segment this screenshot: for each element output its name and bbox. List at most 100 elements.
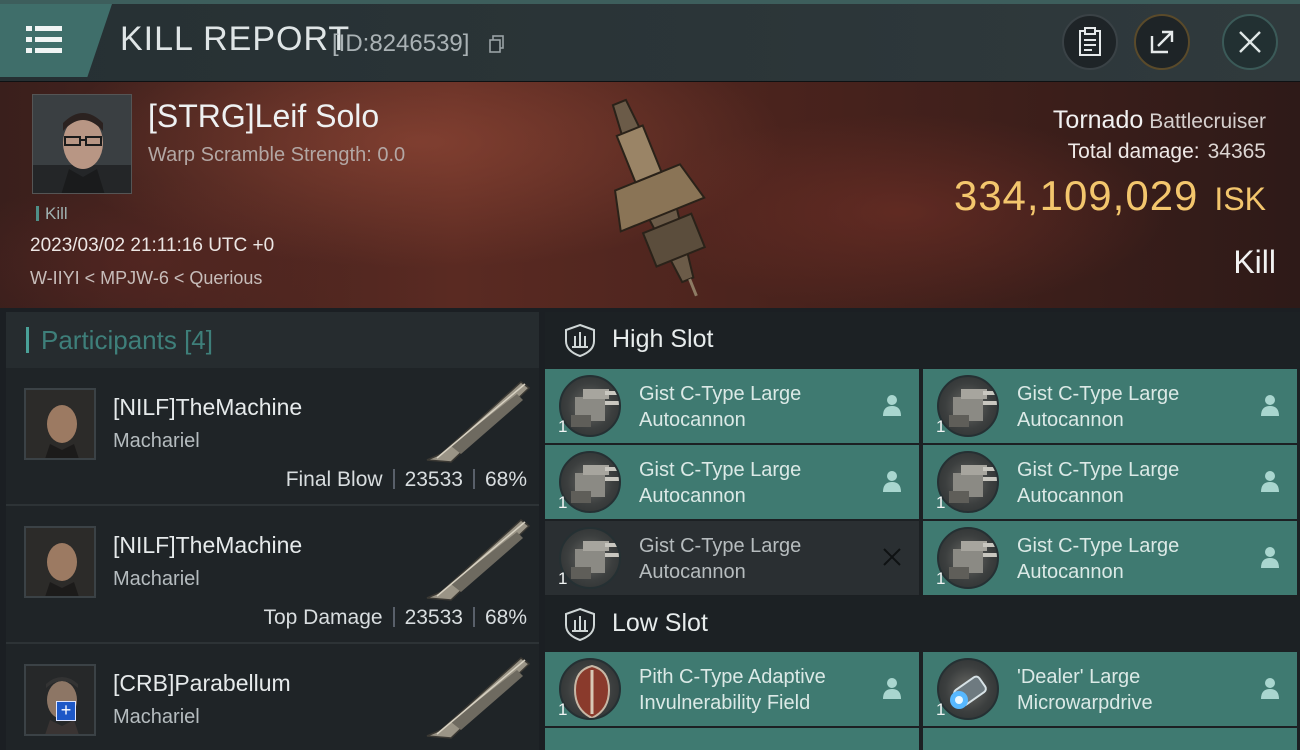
autocannon-icon	[559, 527, 621, 589]
ship-class: Battlecruiser	[1149, 110, 1266, 133]
module-card[interactable]: 1 Pith C-Type Adaptive Invulnerability F…	[545, 652, 919, 726]
module-quantity: 1	[558, 493, 568, 512]
victim-ship-image[interactable]	[560, 86, 750, 306]
autocannon-icon	[559, 375, 621, 437]
participant-ship-image[interactable]	[421, 374, 533, 466]
module-name: 'Dealer' Large Microwarpdrive	[1017, 666, 1153, 714]
close-button[interactable]	[1222, 14, 1278, 70]
isk-value: 334,109,029 ISK	[954, 172, 1266, 220]
victim-portrait[interactable]	[32, 94, 132, 194]
total-damage-label: Total damage:	[1067, 140, 1200, 163]
module-name: Gist C-Type Large Autocannon	[639, 383, 802, 431]
dropped-person-icon	[1261, 395, 1279, 416]
stat-divider	[472, 469, 475, 489]
report-id: [ID:8246539]	[332, 30, 470, 57]
participant-row[interactable]: [NILF]TheMachine Machariel Top Damage 235…	[6, 506, 539, 644]
dropped-person-icon	[883, 471, 901, 492]
destroyed-x-icon	[883, 548, 901, 566]
stat-divider	[392, 469, 395, 489]
kill-summary-banner: [STRG]Leif Solo Warp Scramble Strength: …	[0, 82, 1300, 308]
kill-timestamp: 2023/03/02 21:11:16 UTC +0	[30, 235, 275, 256]
participant-name[interactable]: [NILF]TheMachine	[113, 532, 302, 559]
low-slot-icon	[565, 607, 595, 641]
stat-divider	[472, 607, 475, 627]
dropped-person-icon	[883, 395, 901, 416]
portrait-image	[33, 95, 131, 193]
module-card[interactable]: 1 Gist C-Type Large Autocannon	[923, 445, 1297, 519]
portrait-image	[26, 390, 94, 458]
module-name: Gist C-Type Large Autocannon	[639, 535, 802, 583]
fitting-panel: High Slot 1 Gist C-Type Large Autocannon…	[545, 312, 1300, 750]
module-card[interactable]	[545, 728, 919, 750]
total-damage: Total damage: 34365	[1068, 140, 1266, 164]
dropped-person-icon	[1261, 547, 1279, 568]
ship-name: Tornado	[1052, 106, 1144, 134]
participants-count: [4]	[184, 324, 213, 355]
participant-name[interactable]: [NILF]TheMachine	[113, 394, 302, 421]
clipboard-button[interactable]	[1062, 14, 1118, 70]
module-card[interactable]: 1 Gist C-Type Large Autocannon	[923, 521, 1297, 595]
module-name: Gist C-Type Large Autocannon	[1017, 383, 1180, 431]
participant-ship: Machariel	[113, 706, 200, 728]
participant-stats: Final Blow 23533 68%	[286, 468, 527, 492]
microwarpdrive-icon	[937, 658, 999, 720]
autocannon-icon	[559, 451, 621, 513]
autocannon-icon	[937, 375, 999, 437]
isk-amount: 334,109,029	[953, 172, 1199, 219]
module-card[interactable]: 1 Gist C-Type Large Autocannon	[923, 369, 1297, 443]
module-quantity: 1	[558, 569, 568, 588]
participant-ship: Machariel	[113, 568, 200, 590]
module-card[interactable]	[923, 728, 1297, 750]
module-card[interactable]: 1 Gist C-Type Large Autocannon	[545, 521, 919, 595]
module-card[interactable]: 1 Gist C-Type Large Autocannon	[545, 445, 919, 519]
clipboard-icon	[1079, 27, 1101, 56]
participant-row[interactable]: + [CRB]Parabellum Machariel	[6, 644, 539, 750]
participant-percent: 68%	[484, 606, 527, 629]
module-quantity: 1	[936, 700, 946, 719]
share-button[interactable]	[1134, 14, 1190, 70]
high-slot-label: High Slot	[612, 325, 714, 353]
participants-header: Participants [4]	[6, 312, 539, 368]
kill-location[interactable]: W-IIYI < MPJW-6 < Querious	[30, 268, 262, 289]
participants-panel: Participants [4] [NILF]TheMachine Machar…	[6, 312, 539, 750]
module-name: Gist C-Type Large Autocannon	[639, 459, 802, 507]
participant-stats: Top Damage 23533 68%	[263, 606, 527, 630]
menu-icon-gap	[32, 48, 35, 53]
module-card[interactable]: 1 Gist C-Type Large Autocannon	[545, 369, 919, 443]
module-quantity: 1	[558, 417, 568, 436]
participant-ship-image[interactable]	[421, 512, 533, 604]
autocannon-icon	[937, 451, 999, 513]
module-quantity: 1	[936, 417, 946, 436]
participants-title: Participants	[41, 324, 177, 355]
victim-name[interactable]: [STRG]Leif Solo	[148, 98, 379, 135]
isk-unit: ISK	[1214, 181, 1266, 217]
module-name: Gist C-Type Large Autocannon	[1017, 459, 1180, 507]
low-slot-label: Low Slot	[612, 609, 708, 637]
participant-role: Final Blow	[285, 468, 383, 491]
ship-type[interactable]: Tornado Battlecruiser	[1053, 106, 1266, 135]
participants-list: [NILF]TheMachine Machariel Final Blow 235…	[6, 368, 539, 750]
participant-row[interactable]: [NILF]TheMachine Machariel Final Blow 235…	[6, 368, 539, 506]
menu-icon-gap	[32, 26, 35, 31]
participant-name[interactable]: [CRB]Parabellum	[113, 670, 291, 697]
participant-portrait[interactable]	[24, 664, 96, 736]
participant-portrait[interactable]	[24, 388, 96, 460]
high-slot-header: High Slot	[545, 312, 1300, 368]
share-icon	[1150, 30, 1174, 54]
participant-portrait[interactable]	[24, 526, 96, 598]
participant-percent: 68%	[484, 468, 527, 491]
module-quantity: 1	[558, 700, 568, 719]
dropped-person-icon	[1261, 471, 1279, 492]
copy-icon[interactable]	[489, 35, 505, 53]
total-damage-value: 34365	[1207, 140, 1266, 163]
close-icon	[1239, 31, 1261, 53]
stat-divider	[392, 607, 395, 627]
portrait-image	[26, 528, 94, 596]
module-name: Gist C-Type Large Autocannon	[1017, 535, 1180, 583]
menu-button[interactable]	[0, 4, 112, 77]
high-slot-icon	[565, 323, 595, 357]
participant-ship-image[interactable]	[421, 650, 533, 742]
menu-icon-gap	[32, 37, 35, 42]
module-card[interactable]: 1 'Dealer' Large Microwarpdrive	[923, 652, 1297, 726]
module-quantity: 1	[936, 569, 946, 588]
